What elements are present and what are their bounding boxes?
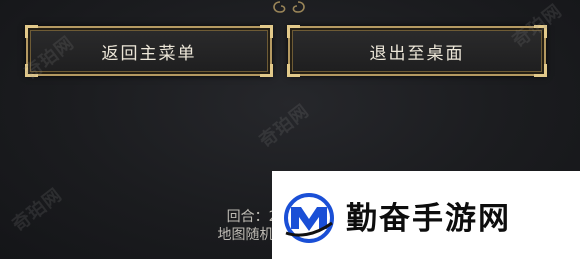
corner-ornament <box>25 25 38 38</box>
site-logo-icon <box>284 193 334 243</box>
exit-to-desktop-label: 退出至桌面 <box>369 43 465 64</box>
corner-ornament <box>260 25 273 38</box>
corner-ornament <box>260 64 273 77</box>
watermark: 奇珀网 <box>255 100 314 153</box>
pause-menu-screen: 返回主菜单 退出至桌面 奇珀网 奇珀网 奇珀网 奇珀网 回合：22 ｜ 古 地图… <box>0 0 580 259</box>
site-banner: 勤奋手游网 <box>272 171 580 259</box>
return-main-menu-label: 返回主菜单 <box>101 43 197 64</box>
top-ornament-icon <box>273 1 305 13</box>
watermark: 奇珀网 <box>8 184 67 237</box>
corner-ornament <box>287 25 300 38</box>
corner-ornament <box>534 64 547 77</box>
corner-ornament <box>287 64 300 77</box>
banner-text: 勤奋手游网 <box>346 201 511 237</box>
